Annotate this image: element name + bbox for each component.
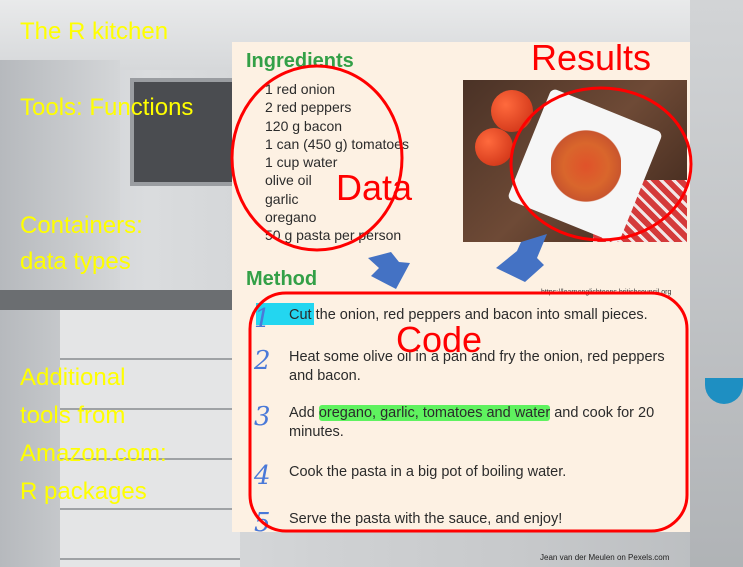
arrow-data-to-code xyxy=(368,252,410,289)
arrow-code-to-results xyxy=(496,234,547,282)
data-circle xyxy=(230,64,404,252)
annotation-overlay xyxy=(230,64,693,533)
photo-credit: Jean van der Meulen on Pexels.com xyxy=(540,553,670,562)
results-circle xyxy=(509,86,693,242)
data-annotation: Data xyxy=(336,167,413,208)
code-annotation: Code xyxy=(396,319,483,360)
results-annotation: Results xyxy=(531,37,652,78)
